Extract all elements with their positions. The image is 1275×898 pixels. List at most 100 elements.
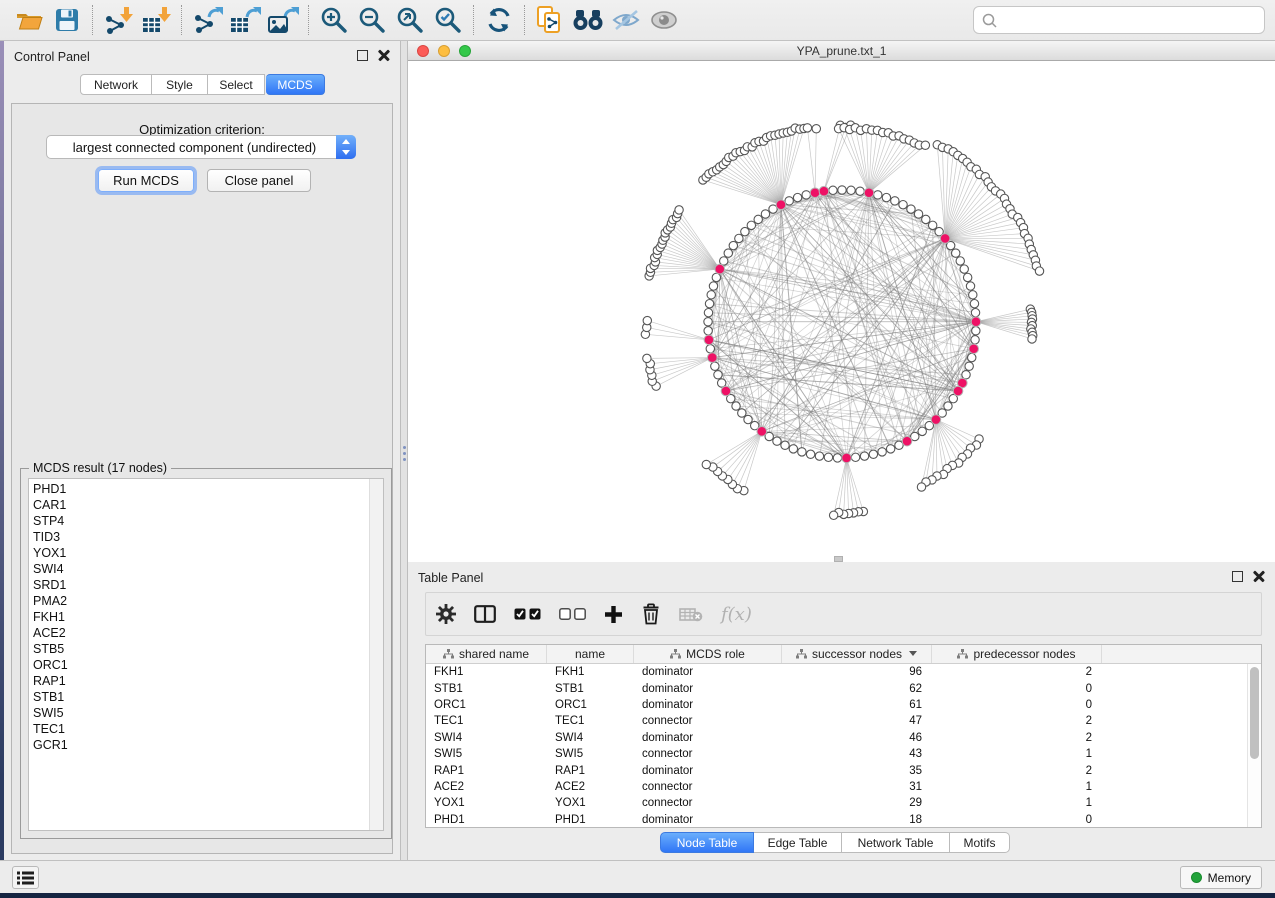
graph-leaf-node[interactable] — [829, 511, 837, 519]
list-item[interactable]: ORC1 — [33, 657, 367, 673]
graph-node[interactable] — [829, 186, 837, 194]
graph-mcds-node[interactable] — [776, 200, 786, 210]
float-panel-icon[interactable] — [357, 50, 368, 61]
graph-mcds-node[interactable] — [931, 415, 941, 425]
zoom-in-icon[interactable] — [315, 4, 353, 36]
graph-leaf-node[interactable] — [812, 125, 820, 133]
table-scrollbar-thumb[interactable] — [1250, 667, 1259, 759]
graph-mcds-node[interactable] — [864, 188, 874, 198]
graph-node[interactable] — [802, 191, 810, 199]
vertical-splitter[interactable] — [400, 41, 408, 860]
memory-button[interactable]: Memory — [1180, 866, 1262, 889]
graph-node[interactable] — [732, 402, 740, 410]
graph-leaf-node[interactable] — [643, 316, 651, 324]
graph-node[interactable] — [704, 318, 712, 326]
close-panel-icon[interactable] — [378, 49, 390, 61]
graph-mcds-node[interactable] — [704, 335, 714, 345]
graph-node[interactable] — [972, 327, 980, 335]
graph-node[interactable] — [706, 345, 714, 353]
graph-node[interactable] — [738, 409, 746, 417]
table-row[interactable]: ACE2ACE2connector311 — [426, 779, 1247, 795]
export-image-icon[interactable] — [264, 4, 302, 36]
graph-node[interactable] — [891, 197, 899, 205]
graph-node[interactable] — [815, 452, 823, 460]
create-column-icon[interactable] — [604, 599, 623, 629]
zoom-out-icon[interactable] — [353, 4, 391, 36]
table-row[interactable]: YOX1YOX1connector291 — [426, 795, 1247, 811]
close-panel-icon[interactable] — [1253, 570, 1265, 582]
save-session-icon[interactable] — [48, 4, 86, 36]
network-canvas[interactable] — [408, 61, 1275, 562]
graph-node[interactable] — [712, 273, 720, 281]
graph-node[interactable] — [882, 193, 890, 201]
graph-mcds-node[interactable] — [715, 264, 725, 274]
list-item[interactable]: TID3 — [33, 529, 367, 545]
graph-node[interactable] — [966, 282, 974, 290]
graph-node[interactable] — [754, 215, 762, 223]
table-row[interactable]: PHD1PHD1dominator180 — [426, 812, 1247, 827]
graph-node[interactable] — [944, 402, 952, 410]
graph-node[interactable] — [741, 227, 749, 235]
table-row[interactable]: SWI4SWI4dominator462 — [426, 730, 1247, 746]
graph-node[interactable] — [856, 187, 864, 195]
column-header-mcds-role[interactable]: MCDS role — [634, 645, 782, 663]
graph-node[interactable] — [785, 197, 793, 205]
graph-node[interactable] — [711, 362, 719, 370]
graph-node[interactable] — [747, 221, 755, 229]
list-item[interactable]: PMA2 — [33, 593, 367, 609]
column-header-name[interactable]: name — [547, 645, 634, 663]
tab-network[interactable]: Network — [80, 74, 152, 95]
graph-mcds-node[interactable] — [971, 317, 981, 327]
column-header-predecessor-nodes[interactable]: predecessor nodes — [932, 645, 1102, 663]
graph-mcds-node[interactable] — [969, 344, 979, 354]
graph-node[interactable] — [705, 300, 713, 308]
graph-node[interactable] — [907, 205, 915, 213]
graph-mcds-node[interactable] — [940, 234, 950, 244]
list-item[interactable]: YOX1 — [33, 545, 367, 561]
table-row[interactable]: TEC1TEC1connector472 — [426, 713, 1247, 729]
graph-node[interactable] — [798, 448, 806, 456]
graph-node[interactable] — [793, 193, 801, 201]
tab-mcds[interactable]: MCDS — [266, 74, 325, 95]
list-item[interactable]: SWI5 — [33, 705, 367, 721]
graph-node[interactable] — [704, 327, 712, 335]
import-network-icon[interactable] — [99, 4, 137, 36]
graph-node[interactable] — [952, 249, 960, 257]
list-item[interactable]: SWI4 — [33, 561, 367, 577]
first-neighbors-icon[interactable] — [569, 4, 607, 36]
list-item[interactable]: STP4 — [33, 513, 367, 529]
graph-leaf-node[interactable] — [675, 206, 683, 214]
graph-node[interactable] — [824, 453, 832, 461]
graph-node[interactable] — [724, 249, 732, 257]
show-all-icon[interactable] — [645, 4, 683, 36]
table-row[interactable]: ORC1ORC1dominator610 — [426, 697, 1247, 713]
graph-node[interactable] — [956, 257, 964, 265]
list-item[interactable]: RAP1 — [33, 673, 367, 689]
graph-node[interactable] — [709, 282, 717, 290]
graph-leaf-node[interactable] — [803, 124, 811, 132]
close-panel-button[interactable]: Close panel — [207, 169, 311, 192]
graph-node[interactable] — [869, 450, 877, 458]
list-item[interactable]: GCR1 — [33, 737, 367, 753]
graph-node[interactable] — [704, 308, 712, 316]
graph-node[interactable] — [744, 415, 752, 423]
list-item[interactable]: CAR1 — [33, 497, 367, 513]
graph-node[interactable] — [847, 186, 855, 194]
graph-node[interactable] — [729, 241, 737, 249]
zoom-selected-icon[interactable] — [429, 4, 467, 36]
table-scrollbar[interactable] — [1247, 664, 1261, 827]
graph-node[interactable] — [874, 191, 882, 199]
export-table-icon[interactable] — [226, 4, 264, 36]
graph-node[interactable] — [806, 450, 814, 458]
mcds-result-list[interactable]: PHD1 CAR1 STP4 TID3 YOX1 SWI4 SRD1 PMA2 … — [28, 478, 384, 831]
column-header-successor-nodes[interactable]: successor nodes — [782, 645, 932, 663]
select-all-icon[interactable] — [514, 599, 541, 629]
graph-node[interactable] — [878, 448, 886, 456]
search-input[interactable] — [1003, 13, 1256, 28]
graph-leaf-node[interactable] — [643, 354, 651, 362]
graph-mcds-node[interactable] — [707, 353, 717, 363]
list-item[interactable]: STB5 — [33, 641, 367, 657]
table-settings-gear-icon[interactable] — [436, 599, 456, 629]
panel-menu-button[interactable] — [12, 866, 39, 889]
export-network-icon[interactable] — [188, 4, 226, 36]
